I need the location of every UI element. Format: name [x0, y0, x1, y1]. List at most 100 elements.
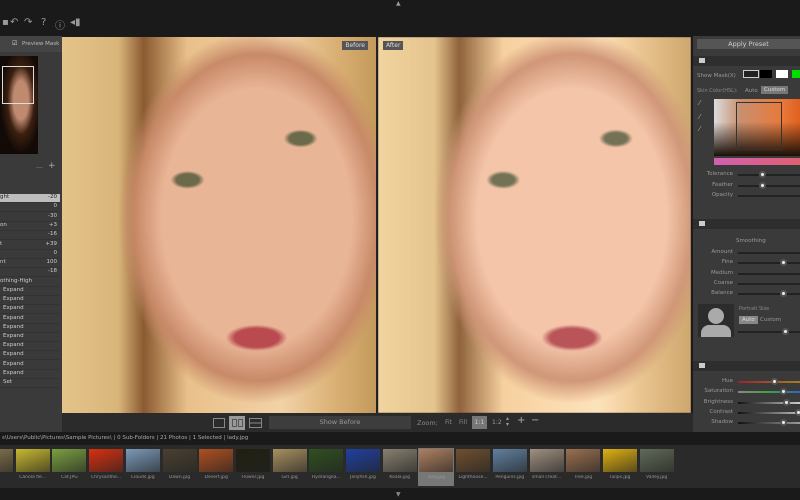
zoom-stepper-icon[interactable]: ▴ ▾	[506, 416, 509, 428]
portrait-size-slider[interactable]	[738, 328, 800, 335]
collapse-button[interactable]: —	[36, 163, 43, 171]
filmstrip-item[interactable]: Canola fie...	[15, 448, 51, 486]
adjustment-row[interactable]: t +39	[0, 241, 60, 250]
zoom-in-button[interactable]: +	[517, 415, 525, 426]
show-before-button[interactable]: Show Before	[269, 416, 411, 429]
slider[interactable]	[738, 282, 800, 285]
skin-color-range[interactable]	[736, 102, 782, 150]
color-section-header[interactable]	[693, 361, 800, 371]
filmstrip-item[interactable]: Clouds.jpg	[125, 448, 161, 486]
filmstrip-item[interactable]: Lighthouse...	[455, 448, 491, 486]
filmstrip-item[interactable]: Tulips.jpg	[602, 448, 638, 486]
slider[interactable]	[738, 171, 800, 178]
slider-knob[interactable]	[780, 388, 787, 396]
slider[interactable]	[738, 181, 800, 189]
slider[interactable]	[738, 259, 800, 267]
save-icon[interactable]: ▪	[2, 17, 9, 28]
slider-knob[interactable]	[780, 419, 787, 427]
filmstrip-item[interactable]: small creat...	[529, 448, 565, 486]
zoom-1-2-button[interactable]: 1:2	[492, 419, 502, 426]
adjustment-row[interactable]: 0	[0, 250, 60, 259]
filmstrip-item[interactable]: Flower.jpg	[235, 448, 271, 486]
expand-row[interactable]: Expand	[0, 351, 60, 361]
slider[interactable]	[738, 290, 800, 298]
adjustment-row[interactable]: 0	[0, 203, 60, 213]
filmstrip-item[interactable]: Chrysanthe...	[88, 448, 124, 486]
zoom-out-button[interactable]: −	[531, 415, 539, 426]
filmstrip-item[interactable]: Koala.jpg	[382, 448, 418, 486]
filmstrip-item[interactable]: Girl.jpg	[272, 448, 308, 486]
slider[interactable]	[738, 398, 800, 406]
toggle-icon[interactable]	[699, 363, 705, 368]
filmstrip-item[interactable]: Penguins.jpg	[492, 448, 528, 486]
slider-knob[interactable]	[780, 259, 787, 267]
expand-row[interactable]: Expand	[0, 315, 60, 324]
preview-mask-checkbox[interactable]: ☑	[12, 40, 17, 47]
expand-row[interactable]: Expand	[0, 287, 60, 296]
mask-off-swatch[interactable]	[743, 70, 759, 78]
slider-knob[interactable]	[771, 378, 778, 385]
toggle-icon[interactable]	[699, 58, 705, 63]
slider-knob[interactable]	[781, 328, 789, 335]
adjustment-row[interactable]: ght -20	[0, 194, 60, 203]
navigator-viewport[interactable]	[2, 66, 34, 104]
filmstrip-item[interactable]: lady.jpg	[418, 448, 455, 486]
mask-black-swatch[interactable]	[760, 70, 772, 78]
skin-color-picker[interactable]	[714, 99, 800, 156]
zoom-fit-button[interactable]: Fit	[445, 419, 452, 426]
zoom-fill-button[interactable]: Fill	[459, 419, 467, 426]
filmstrip-item[interactable]: Valley.jpg	[639, 448, 675, 486]
expand-row[interactable]: Expand	[0, 324, 60, 333]
collapse-top-icon[interactable]: ▲	[396, 0, 401, 7]
eyedropper-icon[interactable]: ⁄	[699, 99, 700, 107]
skin-custom-button[interactable]: Custom	[761, 86, 789, 94]
help-icon[interactable]: ?	[41, 17, 46, 28]
stacked-view-button[interactable]	[249, 418, 262, 428]
skin-auto-button[interactable]: Auto	[745, 88, 758, 94]
slider[interactable]	[738, 252, 800, 254]
plugin-icon[interactable]: ◂▮	[70, 17, 81, 28]
adjustment-row[interactable]: on +3	[0, 222, 60, 231]
slider-knob[interactable]	[780, 290, 787, 298]
eyedropper-plus-icon[interactable]: ⁄	[699, 113, 700, 121]
eyedropper-minus-icon[interactable]: ⁄	[699, 125, 700, 133]
mask-green-swatch[interactable]	[792, 70, 800, 78]
toggle-icon[interactable]	[699, 221, 705, 226]
adjustment-row[interactable]: -30	[0, 213, 60, 222]
slider-knob[interactable]	[759, 171, 766, 178]
skin-mask-section-header[interactable]	[693, 56, 800, 66]
smoothing-section-header[interactable]	[693, 219, 800, 229]
filmstrip-item[interactable]: Desert.jpg	[198, 448, 234, 486]
slider[interactable]	[738, 419, 800, 427]
set-row[interactable]: Set	[0, 379, 60, 388]
slider[interactable]	[738, 408, 800, 416]
slider[interactable]	[738, 272, 800, 275]
slider[interactable]	[738, 388, 800, 396]
apply-preset-button[interactable]: Apply Preset	[697, 39, 800, 49]
slider[interactable]	[738, 378, 800, 385]
filmstrip-item[interactable]: Tree.jpg	[565, 448, 601, 486]
expand-row[interactable]: Expand	[0, 305, 60, 315]
hue-range-bar[interactable]	[714, 158, 800, 165]
slider-knob[interactable]	[795, 408, 800, 416]
slider-knob[interactable]	[783, 398, 790, 406]
filmstrip-item[interactable]: Jellyfish.jpg	[345, 448, 381, 486]
before-image[interactable]: Before	[62, 37, 376, 413]
portrait-custom-button[interactable]: Custom	[760, 317, 781, 323]
undo-icon[interactable]: ↶	[10, 17, 18, 28]
split-view-button[interactable]	[229, 416, 245, 430]
single-view-button[interactable]	[213, 418, 225, 428]
mask-white-swatch[interactable]	[776, 70, 788, 78]
slider[interactable]	[738, 195, 800, 197]
filmstrip-item[interactable]: Dawn.jpg	[162, 448, 198, 486]
after-image[interactable]: After	[378, 37, 691, 413]
info-icon[interactable]: ⓘ	[55, 17, 65, 32]
portrait-auto-button[interactable]: Auto	[739, 316, 758, 324]
collapse-bottom-icon[interactable]: ▼	[396, 491, 401, 498]
filmstrip-item[interactable]: .jpg	[0, 448, 14, 486]
filmstrip-item[interactable]: Cat.JPG	[51, 448, 87, 486]
adjustment-row[interactable]: nt 100	[0, 259, 60, 269]
zoom-1-1-button[interactable]: 1:1	[472, 416, 487, 429]
expand-row[interactable]: Expand	[0, 333, 60, 342]
expand-row[interactable]: Expand	[0, 361, 60, 370]
